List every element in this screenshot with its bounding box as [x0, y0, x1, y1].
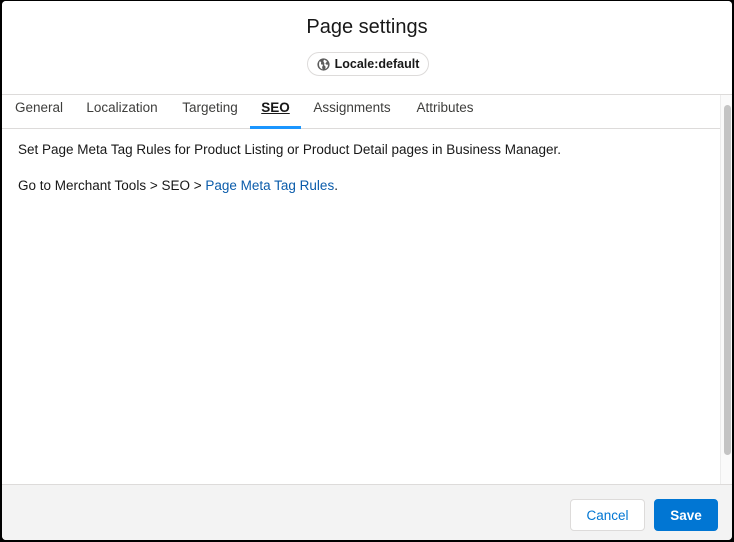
tab-localization[interactable]: Localization	[84, 95, 160, 128]
tab-attributes[interactable]: Attributes	[413, 95, 477, 128]
tab-assignments[interactable]: Assignments	[312, 95, 392, 128]
save-button[interactable]: Save	[654, 499, 718, 531]
seo-navigation-hint: Go to Merchant Tools > SEO > Page Meta T…	[18, 178, 338, 193]
globe-icon	[317, 57, 330, 71]
locale-label: Locale:default	[334, 57, 420, 71]
cancel-button[interactable]: Cancel	[570, 499, 645, 531]
modal-footer: Cancel Save	[2, 484, 732, 540]
scrollbar-thumb[interactable]	[724, 105, 731, 455]
seo-tab-panel: Set Page Meta Tag Rules for Product List…	[2, 129, 720, 484]
navigation-path-text: Go to Merchant Tools > SEO >	[18, 178, 206, 193]
tab-seo[interactable]: SEO	[250, 95, 301, 129]
tab-general[interactable]: General	[14, 95, 64, 128]
tab-bar: General Localization Targeting SEO Assig…	[2, 95, 720, 129]
modal-header: Page settings Locale:default	[2, 1, 732, 95]
period-text: .	[334, 178, 338, 193]
locale-pill[interactable]: Locale:default	[307, 52, 429, 76]
scrollbar-track[interactable]	[720, 95, 732, 484]
seo-description: Set Page Meta Tag Rules for Product List…	[18, 142, 562, 157]
page-meta-tag-rules-link[interactable]: Page Meta Tag Rules	[205, 178, 334, 193]
modal-title: Page settings	[306, 16, 428, 38]
tab-targeting[interactable]: Targeting	[180, 95, 240, 128]
page-settings-modal: Page settings Locale:default General Loc…	[2, 1, 732, 540]
